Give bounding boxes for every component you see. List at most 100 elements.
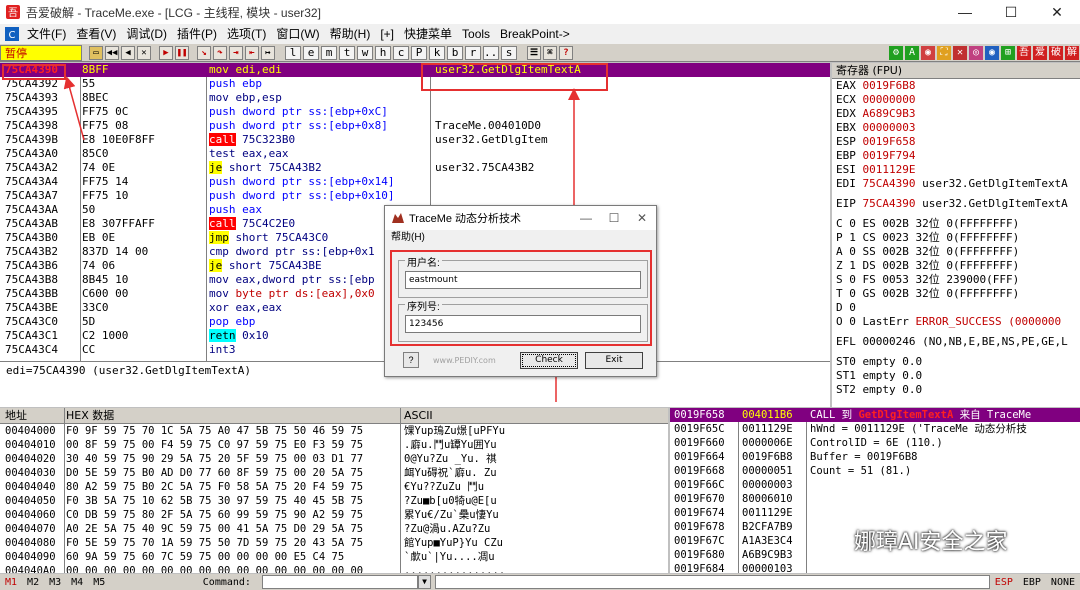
memory-dump-pane[interactable]: 地址 HEX 数据 ASCII 00404000 F0 9F 59 75 70 1… [0,408,668,573]
threads-button[interactable]: t [339,45,355,60]
help-icon[interactable]: ? [559,45,573,60]
windows-button[interactable]: w [357,45,373,60]
flag-segment-row[interactable]: S 0 FS 0053 32位 239000(FFF) [832,273,1080,287]
menu-breakpoint[interactable]: BreakPoint-> [495,24,575,44]
register-esi[interactable]: ESI 0011129E [832,163,1080,177]
stack-row[interactable]: 0019F658 004011B6 CALL 到 GetDlgItemTextA 来… [670,408,1080,422]
dialog-minimize-button[interactable]: — [572,206,600,230]
disasm-row[interactable]: 75CA43A0 85C0 test eax,eax [0,147,830,161]
plugin-5-icon[interactable]: ✕ [953,45,967,60]
plugin-3-icon[interactable]: ◉ [921,45,935,60]
dump-row[interactable]: 00404040 80 A2 59 75 B0 2C 5A 75 F0 58 5A… [0,480,668,494]
efl-row[interactable]: EFL 00000246 (NO,NB,E,BE,NS,PE,GE,L [832,335,1080,349]
disasm-row[interactable]: 75CA4392 55 push ebp [0,77,830,91]
menu-debug[interactable]: 调试(D) [121,24,172,44]
check-button[interactable]: Check [520,352,578,369]
memory-button[interactable]: m [321,45,337,60]
minimize-button[interactable]: — [942,0,988,24]
command-dropdown[interactable]: ▼ [417,575,432,589]
menu-view[interactable]: 查看(V) [71,24,121,44]
flag-segment-row[interactable]: A 0 SS 002B 32位 0(FFFFFFFF) [832,245,1080,259]
stack-mode-none[interactable]: NONE [1051,577,1075,588]
modules-button[interactable]: e [303,45,319,60]
stack-row[interactable]: 0019F65C 0011129E hWnd = 0011129E ('TraceM… [670,422,1080,436]
plugin-9-icon[interactable]: 吾 [1017,45,1031,60]
stack-row[interactable]: 0019F66C 00000003 [670,478,1080,492]
dialog-menu-help[interactable]: 帮助(H) [385,230,656,246]
disasm-row[interactable]: 75CA4393 8BEC mov ebp,esp [0,91,830,105]
disasm-row[interactable]: 75CA439B E8 10E0F8FF call 75C323B0 user32.G… [0,133,830,147]
menu-plus[interactable]: [+] [375,24,399,44]
serial-input[interactable]: 123456 [405,315,641,333]
maximize-button[interactable]: ☐ [988,0,1034,24]
mark-m2[interactable]: M2 [27,577,39,588]
command-input[interactable] [261,575,418,589]
close-button[interactable]: ✕ [1034,0,1080,24]
rewind-button[interactable]: ◀◀ [105,45,119,60]
dump-row[interactable]: 00404090 60 9A 59 75 60 7C 59 75 00 00 00… [0,550,668,564]
dump-row[interactable]: 00404030 D0 5E 59 75 B0 AD D0 77 60 8F 59… [0,466,668,480]
disasm-row[interactable]: 75CA43A7 FF75 10 push dword ptr ss:[ebp+0x… [0,189,830,203]
plugin-4-icon[interactable]: ⛶ [937,45,951,60]
register-ecx[interactable]: ECX 00000000 [832,93,1080,107]
dump-row[interactable]: 00404080 F0 5E 59 75 70 1A 59 75 50 7D 59… [0,536,668,550]
register-ebp[interactable]: EBP 0019F794 [832,149,1080,163]
mark-m1[interactable]: M1 [5,577,17,588]
register-eip[interactable]: EIP 75CA4390 user32.GetDlgItemTextA [832,197,1080,211]
plugin-10-icon[interactable]: 爱 [1033,45,1047,60]
plugin-2-icon[interactable]: A [905,45,919,60]
stack-mode-esp[interactable]: ESP [995,577,1013,588]
dialog-maximize-button[interactable]: ☐ [600,206,628,230]
source-button[interactable]: s [501,45,517,60]
flag-segment-row[interactable]: C 0 ES 002B 32位 0(FFFFFFFF) [832,217,1080,231]
handles-button[interactable]: h [375,45,391,60]
stack-row[interactable]: 0019F664 0019F6B8 Buffer = 0019F6B8 [670,450,1080,464]
cpu-button[interactable]: c [393,45,409,60]
dump-row[interactable]: 00404050 F0 3B 5A 75 10 62 5B 75 30 97 59… [0,494,668,508]
fpu-st-row[interactable]: ST1 empty 0.0 [832,369,1080,383]
register-eax[interactable]: EAX 0019F6B8 [832,79,1080,93]
references-button[interactable]: r [465,45,481,60]
run-button[interactable]: ▶ [159,45,173,60]
stack-mode-ebp[interactable]: EBP [1023,577,1041,588]
register-edx[interactable]: EDX A689C9B3 [832,107,1080,121]
menu-help[interactable]: 帮助(H) [325,24,376,44]
stack-row[interactable]: 0019F660 0000006E ControlID = 6E (110.) [670,436,1080,450]
close-process-icon[interactable]: ✕ [137,45,151,60]
back-button[interactable]: ◀ [121,45,135,60]
step-over-button[interactable]: ↷ [213,45,227,60]
system-menu-icon[interactable]: C [5,27,19,41]
dump-row[interactable]: 00404000 F0 9F 59 75 70 1C 5A 75 A0 47 5B… [0,424,668,438]
pause-button[interactable]: ❚❚ [175,45,189,60]
exit-button[interactable]: Exit [585,352,643,369]
mark-m5[interactable]: M5 [93,577,105,588]
breakpoints-button[interactable]: b [447,45,463,60]
dialog-help-button[interactable]: ? [403,352,419,368]
menu-file[interactable]: 文件(F) [22,24,71,44]
step-into-button[interactable]: ↘ [197,45,211,60]
open-folder-icon[interactable]: ▭ [89,45,103,60]
plugin-7-icon[interactable]: ◉ [985,45,999,60]
trace-over-button[interactable]: ⇤ [245,45,259,60]
menu-window[interactable]: 窗口(W) [271,24,324,44]
trace-into-button[interactable]: ⇥ [229,45,243,60]
username-input[interactable]: eastmount [405,271,641,289]
plugin-12-icon[interactable]: 解 [1065,45,1079,60]
dump-row[interactable]: 00404070 A0 2E 5A 75 40 9C 59 75 00 41 5A… [0,522,668,536]
plugin-1-icon[interactable]: ⚙ [889,45,903,60]
register-ebx[interactable]: EBX 00000003 [832,121,1080,135]
disasm-row[interactable]: 75CA4395 FF75 0C push dword ptr ss:[ebp+0x… [0,105,830,119]
menu-options[interactable]: 选项(T) [222,24,271,44]
mark-m3[interactable]: M3 [49,577,61,588]
execute-till-return-button[interactable]: ↦ [261,45,275,60]
plugin-6-icon[interactable]: ◎ [969,45,983,60]
run-trace-button[interactable]: ... [483,45,499,60]
mark-m4[interactable]: M4 [71,577,83,588]
dump-row[interactable]: 00404010 00 8F 59 75 00 F4 59 75 C0 97 59… [0,438,668,452]
fpu-st-row[interactable]: ST2 empty 0.0 [832,383,1080,397]
plugin-8-icon[interactable]: ⊞ [1001,45,1015,60]
dump-row[interactable]: 00404020 30 40 59 75 90 29 5A 75 20 5F 59… [0,452,668,466]
flag-segment-row[interactable]: Z 1 DS 002B 32位 0(FFFFFFFF) [832,259,1080,273]
flag-segment-row[interactable]: D 0 [832,301,1080,315]
call-stack-button[interactable]: k [429,45,445,60]
